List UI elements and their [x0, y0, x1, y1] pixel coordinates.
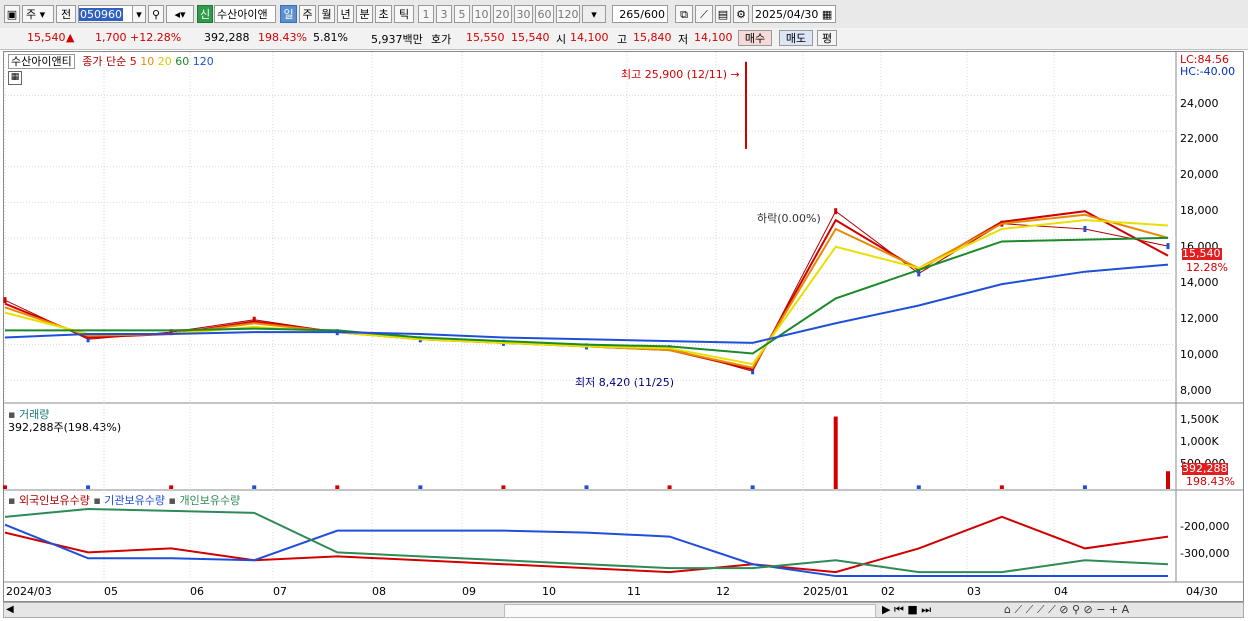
volume-bar: [750, 485, 755, 489]
volume-bar: [916, 485, 921, 489]
volume-bar: [1082, 485, 1087, 489]
volume-bar: [1166, 471, 1170, 489]
volume-bar: [3, 485, 7, 489]
volume-bar: [169, 485, 174, 489]
chart-canvas[interactable]: [0, 0, 1248, 621]
price-line-60: [5, 236, 1169, 355]
price-point: [3, 297, 7, 304]
holdings-line: [4, 507, 1169, 574]
price-point: [834, 208, 838, 215]
volume-bar: [833, 416, 838, 489]
volume-bar: [86, 485, 91, 489]
volume-bar: [252, 485, 257, 489]
volume-bar: [418, 485, 423, 489]
chart-scrollbar[interactable]: ◀ ▶ ⏮ ■ ⏭ ⌂ ⟋ ⟋ ⟋ ⟋ ⊘ ⚲ ⊘ − + A: [3, 602, 1244, 618]
playback-controls[interactable]: ▶ ⏮ ■ ⏭: [882, 603, 931, 617]
price-point: [1166, 243, 1170, 250]
volume-bar: [584, 485, 589, 489]
scroll-thumb[interactable]: [504, 604, 876, 618]
price-point: [1083, 226, 1087, 232]
draw-tools[interactable]: ⌂ ⟋ ⟋ ⟋ ⟋ ⊘ ⚲ ⊘ − + A: [1004, 603, 1129, 617]
volume-bar: [335, 485, 340, 489]
volume-bar: [999, 485, 1004, 489]
price-point: [917, 270, 921, 277]
scroll-left-icon[interactable]: ◀: [6, 604, 14, 615]
volume-bar: [667, 485, 672, 489]
volume-bar: [501, 485, 506, 489]
price-line-20: [4, 219, 1169, 366]
